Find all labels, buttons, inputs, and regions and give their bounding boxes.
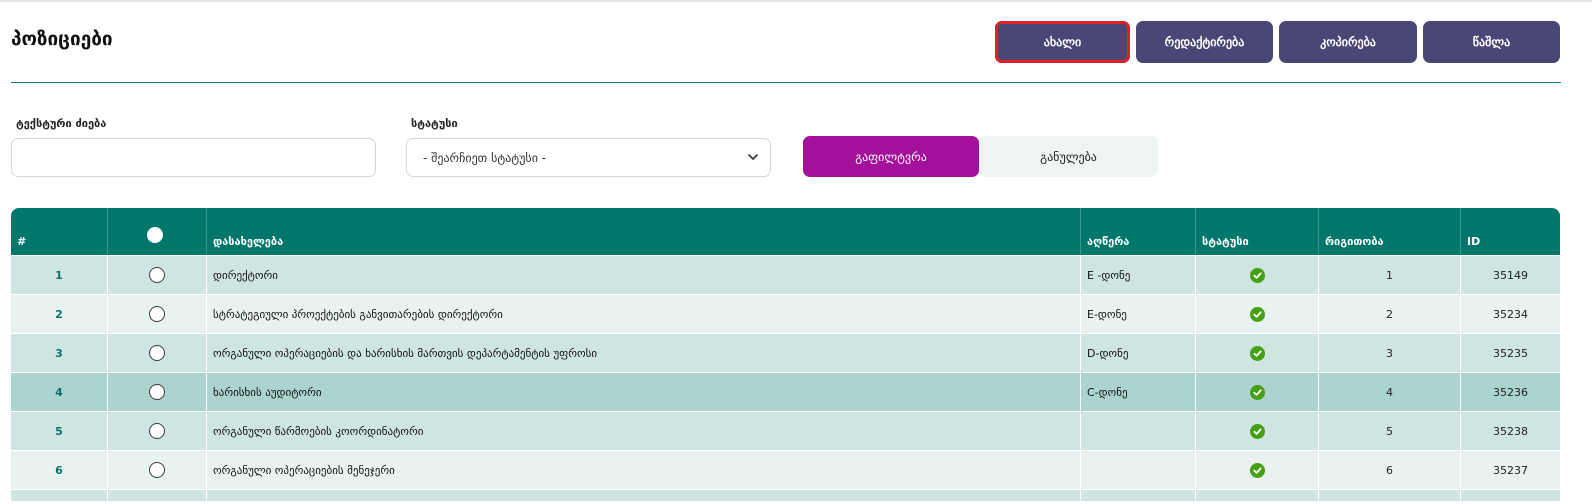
column-id[interactable]: ID: [1461, 208, 1560, 255]
status-select-value: - შეარჩიეთ სტატუსი -: [423, 150, 547, 165]
row-name: ორგანული წარმოების კოორდინატორი: [207, 412, 1081, 450]
row-name: დირექტორი: [207, 256, 1081, 294]
positions-table: # დასახელება აღწერა სტატუსი რიგითობა ID …: [11, 208, 1560, 501]
row-id: 35238: [1493, 424, 1528, 438]
row-description: E -დონე: [1081, 256, 1196, 294]
row-select-radio[interactable]: [149, 345, 165, 361]
table-row[interactable]: 5 ორგანული წარმოების კოორდინატორი 5 3523…: [11, 411, 1560, 450]
row-name: ორგანული ოპერაციების მენეჯერი: [207, 451, 1081, 489]
row-order: 1: [1319, 256, 1461, 294]
column-name[interactable]: დასახელება: [207, 208, 1081, 255]
row-select-radio[interactable]: [149, 384, 165, 400]
row-description: C-დონე: [1081, 373, 1196, 411]
row-id: 35234: [1493, 307, 1528, 321]
row-select-radio[interactable]: [149, 462, 165, 478]
row-select-radio[interactable]: [149, 306, 165, 322]
column-order[interactable]: რიგითობა: [1319, 208, 1461, 255]
status-select[interactable]: - შეარჩიეთ სტატუსი -: [406, 138, 771, 177]
row-description: E-დონე: [1081, 295, 1196, 333]
filter-button[interactable]: გაფილტვრა: [803, 136, 979, 177]
row-name: ორგანული ოპერაციების და ხარისხის მართვის…: [207, 334, 1081, 372]
row-number: 4: [11, 373, 108, 411]
edit-button[interactable]: რედაქტირება: [1136, 21, 1273, 63]
row-number: 6: [11, 451, 108, 489]
row-number: 5: [11, 412, 108, 450]
row-order: 6: [1319, 451, 1461, 489]
chevron-down-icon: [748, 154, 758, 160]
select-all-radio[interactable]: [147, 227, 163, 243]
clear-button[interactable]: განულება: [979, 136, 1158, 177]
row-order: 5: [1319, 412, 1461, 450]
check-circle-icon: [1249, 462, 1265, 478]
row-number: 3: [11, 334, 108, 372]
check-circle-icon: [1249, 423, 1265, 439]
new-button[interactable]: ახალი: [995, 21, 1130, 63]
table-row[interactable]: 4 ხარისხის აუდიტორი C-დონე 4 35236: [11, 372, 1560, 411]
table-row[interactable]: 2 სტრატეგიული პროექტების განვითარების დი…: [11, 294, 1560, 333]
table-row[interactable]: 1 დირექტორი E -დონე 1 35149: [11, 255, 1560, 294]
table-row-partial: [11, 489, 1560, 501]
row-id: 35149: [1493, 268, 1528, 282]
text-search-label: ტექსტური ძიება: [16, 117, 107, 130]
column-status[interactable]: სტატუსი: [1196, 208, 1319, 255]
column-number[interactable]: #: [11, 208, 108, 255]
header-divider: [11, 82, 1561, 83]
check-circle-icon: [1249, 267, 1265, 283]
copy-button[interactable]: კოპირება: [1279, 21, 1417, 63]
row-id: 35237: [1493, 463, 1528, 477]
row-name: ხარისხის აუდიტორი: [207, 373, 1081, 411]
column-select-all[interactable]: [108, 208, 207, 255]
table-header: # დასახელება აღწერა სტატუსი რიგითობა ID: [11, 208, 1560, 255]
row-select-radio[interactable]: [149, 423, 165, 439]
check-circle-icon: [1249, 384, 1265, 400]
check-circle-icon: [1249, 306, 1265, 322]
row-id: 35236: [1493, 385, 1528, 399]
status-label: სტატუსი: [411, 117, 458, 130]
check-circle-icon: [1249, 345, 1265, 361]
row-order: 4: [1319, 373, 1461, 411]
row-select-radio[interactable]: [149, 267, 165, 283]
delete-button[interactable]: წაშლა: [1423, 21, 1560, 63]
table-row[interactable]: 6 ორგანული ოპერაციების მენეჯერი 6 35237: [11, 450, 1560, 489]
page-title: პოზიციები: [11, 28, 113, 50]
row-order: 2: [1319, 295, 1461, 333]
text-search-input[interactable]: [11, 138, 376, 177]
top-border: [0, 0, 1592, 2]
row-description: [1081, 412, 1196, 450]
row-number: 2: [11, 295, 108, 333]
row-name: სტრატეგიული პროექტების განვითარების დირე…: [207, 295, 1081, 333]
row-id: 35235: [1493, 346, 1528, 360]
row-number: 1: [11, 256, 108, 294]
row-description: D-დონე: [1081, 334, 1196, 372]
column-description[interactable]: აღწერა: [1081, 208, 1196, 255]
row-description: [1081, 451, 1196, 489]
row-order: 3: [1319, 334, 1461, 372]
table-row[interactable]: 3 ორგანული ოპერაციების და ხარისხის მართვ…: [11, 333, 1560, 372]
